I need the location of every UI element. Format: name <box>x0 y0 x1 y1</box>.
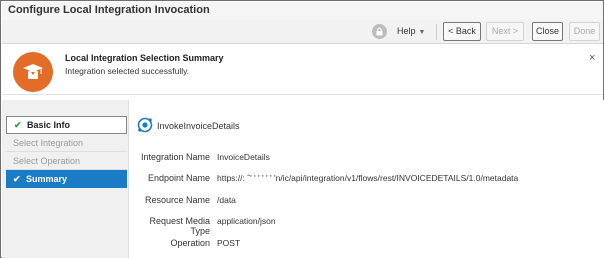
resource-name-label: Resource Name <box>144 195 210 205</box>
banner-heading: Local Integration Selection Summary <box>65 53 224 63</box>
help-label: Help <box>397 26 416 36</box>
check-icon: ✔ <box>14 120 22 130</box>
done-button[interactable]: Done <box>569 22 600 41</box>
integration-name-label: Integration Name <box>140 152 210 162</box>
operation-label: Operation <box>170 238 210 248</box>
window-title: Configure Local Integration Invocation <box>8 4 210 16</box>
banner-message: Integration selected successfully. <box>65 66 190 76</box>
graduate-icon <box>13 52 53 92</box>
step-select-integration[interactable]: Select Integration <box>6 134 127 152</box>
step-basic-info[interactable]: ✔ Basic Info <box>6 116 127 134</box>
step-summary[interactable]: ✔ Summary <box>6 170 127 188</box>
lock-icon <box>372 24 387 39</box>
integration-name-value: InvoiceDetails <box>217 152 270 162</box>
request-media-type-label: Request Media Type <box>149 216 210 236</box>
next-button[interactable]: Next > <box>486 22 524 41</box>
wizard-steps: ✔ Basic Info Select Integration Select Op… <box>2 100 128 258</box>
back-button[interactable]: < Back <box>443 22 481 41</box>
title-bar: Configure Local Integration Invocation <box>2 2 603 20</box>
step-label: Summary <box>26 174 68 184</box>
resource-name-value: /data <box>217 195 236 205</box>
step-select-operation[interactable]: Select Operation <box>6 152 127 170</box>
toolbar: Help ▼ < Back Next > Close Done <box>2 20 603 44</box>
close-icon[interactable]: × <box>589 52 595 64</box>
step-label: Basic Info <box>27 120 71 130</box>
step-label: Select Operation <box>13 156 81 166</box>
endpoint-name-label: Endpoint Name <box>147 173 210 183</box>
close-button[interactable]: Close <box>532 22 563 41</box>
summary-panel: InvokeInvoiceDetails Integration Name In… <box>128 100 604 258</box>
request-media-type-value: application/json <box>217 216 276 226</box>
check-icon: ✔ <box>13 174 21 184</box>
chevron-down-icon: ▼ <box>418 29 426 36</box>
integration-title: InvokeInvoiceDetails <box>157 121 240 131</box>
operation-value: POST <box>217 238 241 248</box>
endpoint-name-value: https://: ˆ' ' ' ' ' ' 'n/ic/api/integra… <box>217 173 519 183</box>
confirmation-banner: Local Integration Selection Summary Inte… <box>2 45 603 95</box>
step-label: Select Integration <box>13 138 84 148</box>
help-menu[interactable]: Help ▼ <box>397 26 425 36</box>
toolbar-divider <box>436 24 437 40</box>
dialog-window: Configure Local Integration Invocation H… <box>0 0 604 258</box>
integration-icon <box>137 117 153 135</box>
